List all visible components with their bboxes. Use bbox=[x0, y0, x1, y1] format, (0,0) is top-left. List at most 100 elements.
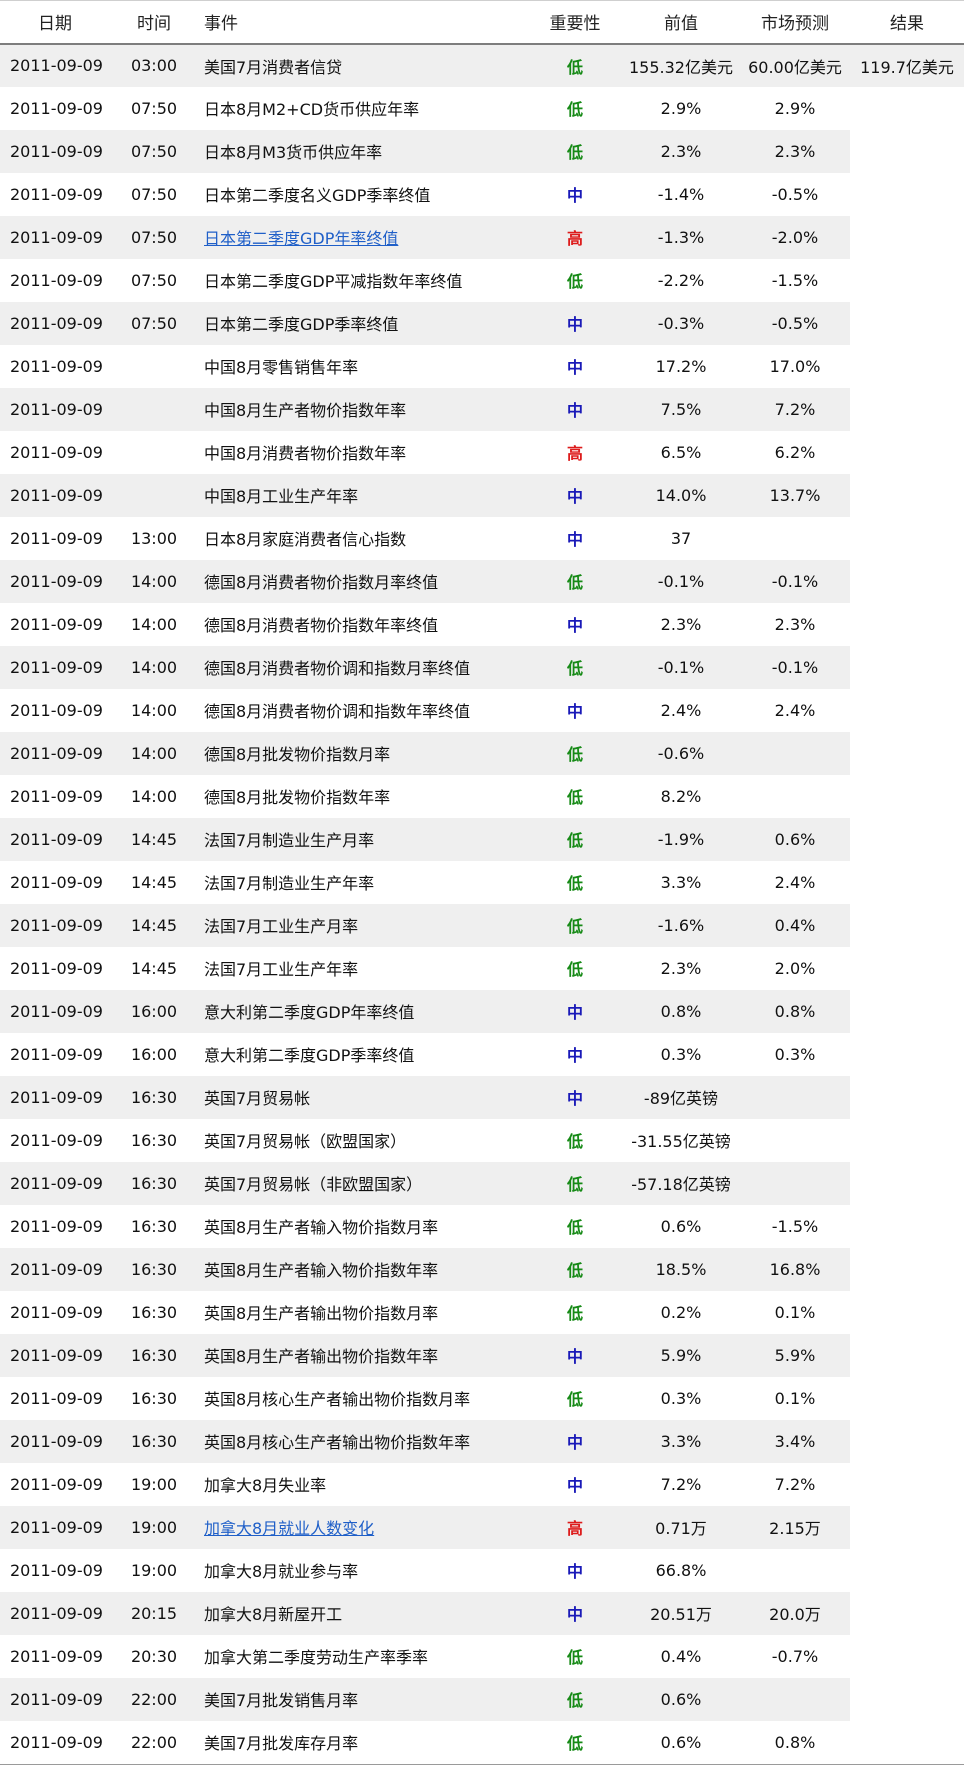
importance-cell: 高 bbox=[528, 215, 622, 259]
forecast-cell: 2.4% bbox=[774, 700, 816, 720]
table-header-row: 日期 时间 事件 重要性 前值 市场预测 结果 bbox=[0, 0, 964, 45]
importance-cell: 低 bbox=[528, 861, 622, 904]
importance-cell: 中 bbox=[528, 173, 622, 216]
previous-cell: 2.3% bbox=[622, 129, 740, 173]
importance-badge: 中 bbox=[566, 1562, 583, 1581]
importance-cell: 低 bbox=[528, 1161, 622, 1205]
importance-badge: 中 bbox=[566, 487, 583, 506]
event-label: 中国8月零售销售年率 bbox=[204, 358, 359, 377]
date-cell: 2011-09-09 bbox=[10, 98, 103, 118]
result-cell bbox=[850, 1463, 964, 1506]
importance-badge: 低 bbox=[566, 100, 583, 119]
event-link[interactable]: 日本第二季度GDP年率终值 bbox=[204, 229, 398, 248]
event-label: 法国7月工业生产年率 bbox=[204, 960, 359, 979]
importance-badge: 低 bbox=[566, 272, 583, 291]
result-cell bbox=[850, 1248, 964, 1291]
event-label: 德国8月批发物价指数月率 bbox=[204, 745, 391, 764]
table-bottom-rule bbox=[0, 1763, 964, 1765]
previous-cell: 2.4% bbox=[660, 700, 702, 720]
table-row: 2011-09-09 14:00 德国8月消费者物价指数月率终值 低 -0.1% -0.1… bbox=[0, 559, 964, 603]
event-label: 英国8月核心生产者输出物价指数年率 bbox=[204, 1433, 471, 1452]
date-cell: 2011-09-09 bbox=[10, 1302, 103, 1322]
event-label: 加拿大8月新屋开工 bbox=[204, 1605, 343, 1624]
importance-badge: 低 bbox=[566, 1218, 583, 1237]
time-cell: 16:30 bbox=[130, 1216, 178, 1236]
forecast-cell: 7.2% bbox=[740, 387, 850, 431]
forecast-cell: 7.2% bbox=[774, 1474, 816, 1494]
date-cell: 2011-09-09 bbox=[0, 1247, 110, 1291]
forecast-cell: 5.9% bbox=[740, 1333, 850, 1377]
importance-badge: 中 bbox=[566, 616, 583, 635]
event-cell: 英国7月贸易帐（欧盟国家） bbox=[198, 1119, 528, 1162]
previous-cell: 0.3% bbox=[660, 1044, 702, 1064]
importance-cell: 低 bbox=[528, 1721, 622, 1764]
event-label: 日本8月家庭消费者信心指数 bbox=[204, 530, 407, 549]
event-cell: 中国8月生产者物价指数年率 bbox=[198, 387, 528, 431]
result-cell bbox=[850, 173, 964, 216]
date-cell: 2011-09-09 bbox=[10, 958, 103, 978]
result-cell bbox=[850, 646, 964, 689]
event-label: 中国8月工业生产年率 bbox=[204, 487, 359, 506]
table-row: 2011-09-09 19:00 加拿大8月就业人数变化 高 0.71万 2.15万 bbox=[0, 1505, 964, 1549]
previous-cell: 0.71万 bbox=[622, 1505, 740, 1549]
previous-cell: 2.3% bbox=[660, 614, 702, 634]
event-cell: 日本第二季度名义GDP季率终值 bbox=[198, 173, 528, 216]
event-label: 美国7月消费者信贷 bbox=[204, 57, 343, 77]
event-cell: 中国8月消费者物价指数年率 bbox=[198, 431, 528, 474]
importance-cell: 低 bbox=[528, 1119, 622, 1162]
table-row: 2011-09-09 22:00 美国7月批发库存月率 低 0.6% 0.8% bbox=[0, 1721, 964, 1764]
date-cell: 2011-09-09 bbox=[0, 817, 110, 861]
forecast-cell: 0.6% bbox=[740, 817, 850, 861]
importance-cell: 高 bbox=[528, 1505, 622, 1549]
importance-badge: 低 bbox=[566, 788, 583, 807]
table-row: 2011-09-09 14:00 德国8月批发物价指数月率 低 -0.6% bbox=[0, 731, 964, 775]
importance-cell: 中 bbox=[528, 301, 622, 345]
time-cell: 14:45 bbox=[130, 872, 178, 892]
event-label: 德国8月消费者物价调和指数年率终值 bbox=[204, 702, 471, 721]
time-cell: 16:30 bbox=[130, 1302, 178, 1322]
date-cell: 2011-09-09 bbox=[0, 1505, 110, 1549]
forecast-cell: 0.4% bbox=[740, 903, 850, 947]
event-cell: 英国7月贸易帐 bbox=[198, 1075, 528, 1119]
event-cell: 日本8月M2+CD货币供应年率 bbox=[198, 87, 528, 130]
forecast-cell: 2.0% bbox=[774, 958, 816, 978]
table-body: 2011-09-09 03:00 美国7月消费者信贷低 155.32亿美元 60.00亿… bbox=[0, 43, 964, 1764]
importance-badge: 低 bbox=[566, 573, 583, 592]
date-cell: 2011-09-09 bbox=[0, 215, 110, 259]
event-link[interactable]: 加拿大8月就业人数变化 bbox=[204, 1519, 374, 1538]
event-cell: 英国8月核心生产者输出物价指数月率 bbox=[198, 1377, 528, 1420]
event-label: 英国7月贸易帐（非欧盟国家） bbox=[204, 1175, 423, 1194]
previous-cell: 155.32亿美元 bbox=[622, 43, 740, 87]
table-row: 2011-09-09 07:50 日本第二季度GDP季率终值 中 -0.3% -0.5% bbox=[0, 301, 964, 345]
event-label: 英国7月贸易帐 bbox=[204, 1089, 311, 1108]
table-row: 2011-09-09 14:45 法国7月制造业生产年率 低 3.3% 2.4% bbox=[0, 861, 964, 904]
result-cell bbox=[850, 1291, 964, 1334]
time-cell bbox=[110, 387, 198, 431]
result-cell bbox=[850, 1549, 964, 1592]
event-cell: 英国7月贸易帐（非欧盟国家） bbox=[198, 1161, 528, 1205]
importance-cell: 低 bbox=[528, 731, 622, 775]
importance-cell: 低 bbox=[528, 1377, 622, 1420]
table-row: 2011-09-09 中国8月生产者物价指数年率 中 7.5% 7.2% bbox=[0, 387, 964, 431]
time-cell: 14:00 bbox=[110, 559, 198, 603]
time-cell: 07:50 bbox=[110, 129, 198, 173]
previous-cell: -0.6% bbox=[622, 731, 740, 775]
importance-badge: 低 bbox=[566, 917, 583, 936]
importance-cell: 中 bbox=[528, 1419, 622, 1463]
event-cell: 美国7月消费者信贷 bbox=[198, 43, 528, 87]
event-cell: 加拿大8月新屋开工 bbox=[198, 1591, 528, 1635]
time-cell bbox=[110, 431, 198, 474]
result-cell bbox=[850, 474, 964, 517]
importance-badge: 中 bbox=[566, 1089, 583, 1108]
time-cell: 07:50 bbox=[130, 184, 178, 204]
importance-badge: 低 bbox=[566, 1304, 583, 1323]
table-row: 2011-09-09 07:50 日本第二季度GDP年率终值 高 -1.3% -2.0% bbox=[0, 215, 964, 259]
table-row: 2011-09-09 16:30 英国8月生产者输出物价指数年率 中 5.9% 5.9% bbox=[0, 1333, 964, 1377]
importance-badge: 中 bbox=[566, 1605, 583, 1624]
result-cell bbox=[850, 947, 964, 990]
previous-cell: -1.4% bbox=[657, 184, 705, 204]
date-cell: 2011-09-09 bbox=[10, 1044, 103, 1064]
event-label: 德国8月消费者物价指数年率终值 bbox=[204, 616, 439, 635]
table-row: 2011-09-09 07:50 日本8月M3货币供应年率 低 2.3% 2.3% bbox=[0, 129, 964, 173]
previous-cell: -2.2% bbox=[657, 270, 705, 290]
